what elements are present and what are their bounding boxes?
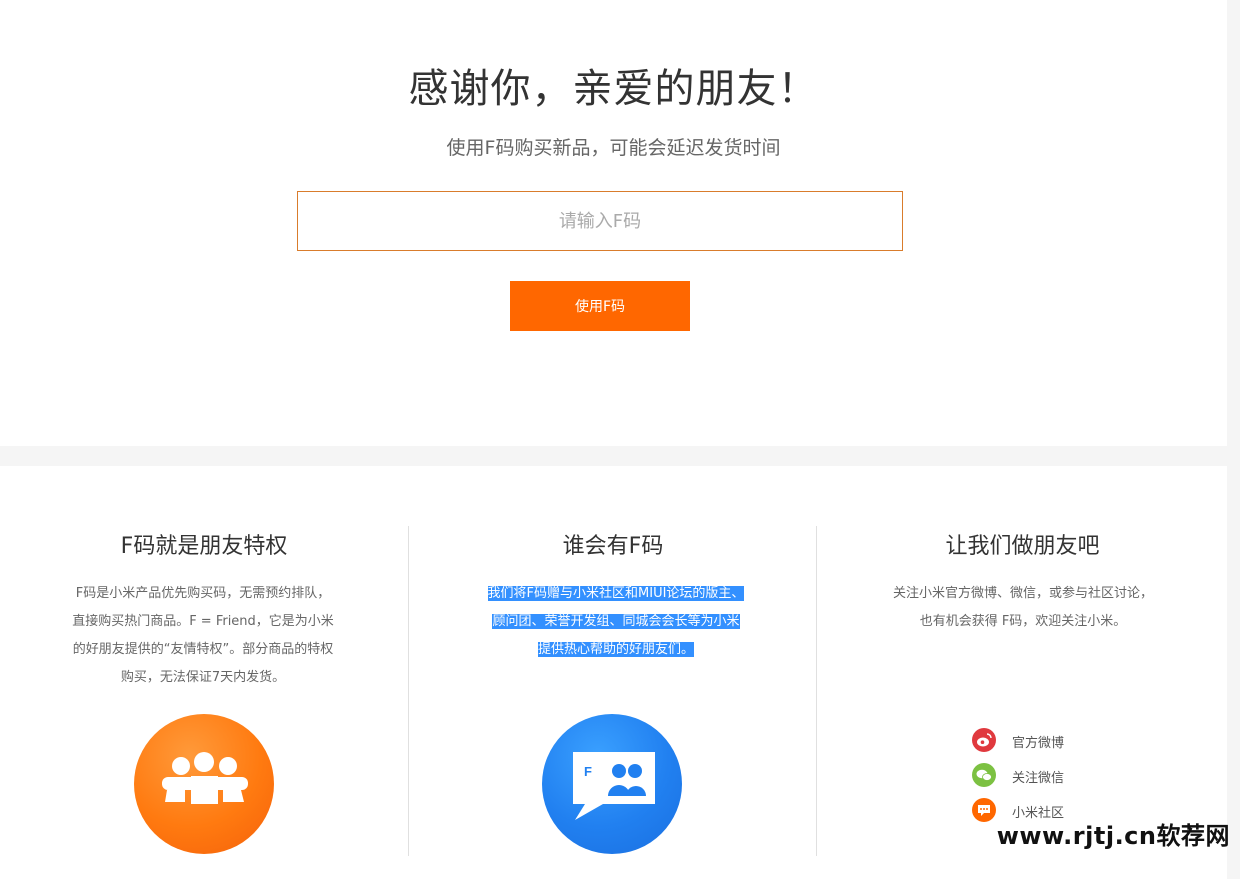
wechat-icon	[972, 763, 996, 787]
column-text: 关注小米官方微博、微信，或参与社区讨论，也有机会获得 F码，欢迎关注小米。	[892, 586, 1153, 629]
page-subtitle: 使用F码购买新品，可能会延迟发货时间	[446, 137, 781, 159]
community-icon	[972, 798, 996, 822]
site-watermark: www.rjtj.cn软荐网	[996, 822, 1230, 850]
svg-text:F: F	[584, 764, 592, 779]
friends-group-icon	[134, 714, 274, 854]
weibo-icon	[972, 728, 996, 752]
column-title: F码就是朋友特权	[120, 534, 288, 559]
fcode-entry-panel: 感谢你，亲爱的朋友！ 使用F码购买新品，可能会延迟发货时间 使用F码	[0, 0, 1227, 446]
social-label: 关注微信	[1012, 771, 1065, 786]
column-title: 让我们做朋友吧	[945, 534, 1100, 559]
social-label: 官方微博	[1012, 736, 1065, 751]
wechat-link[interactable]: 关注微信	[972, 763, 1132, 798]
selected-text: 我们将F码赠与小米社区和MIUI论坛的版主、顾问团、荣誉开发组、同城会会长等为小…	[487, 586, 745, 657]
column-who-has-fcode: 谁会有F码 我们将F码赠与小米社区和MIUI论坛的版主、顾问团、荣誉开发组、同城…	[409, 466, 817, 879]
weibo-link[interactable]: 官方微博	[972, 728, 1132, 763]
column-title: 谁会有F码	[562, 534, 664, 559]
column-text: F码是小米产品优先购买码，无需预约排队，直接购买热门商品。F = Friend，…	[72, 586, 334, 685]
column-divider	[816, 526, 817, 856]
fcode-chat-icon: F	[542, 714, 682, 854]
use-fcode-button[interactable]: 使用F码	[510, 281, 690, 331]
column-text: 我们将F码赠与小米社区和MIUI论坛的版主、顾问团、荣誉开发组、同城会会长等为小…	[487, 580, 745, 664]
page-title: 感谢你，亲爱的朋友！	[408, 66, 819, 112]
column-fcode-privilege: F码就是朋友特权 F码是小米产品优先购买码，无需预约排队，直接购买热门商品。F …	[0, 466, 408, 879]
fcode-input[interactable]	[297, 191, 903, 251]
